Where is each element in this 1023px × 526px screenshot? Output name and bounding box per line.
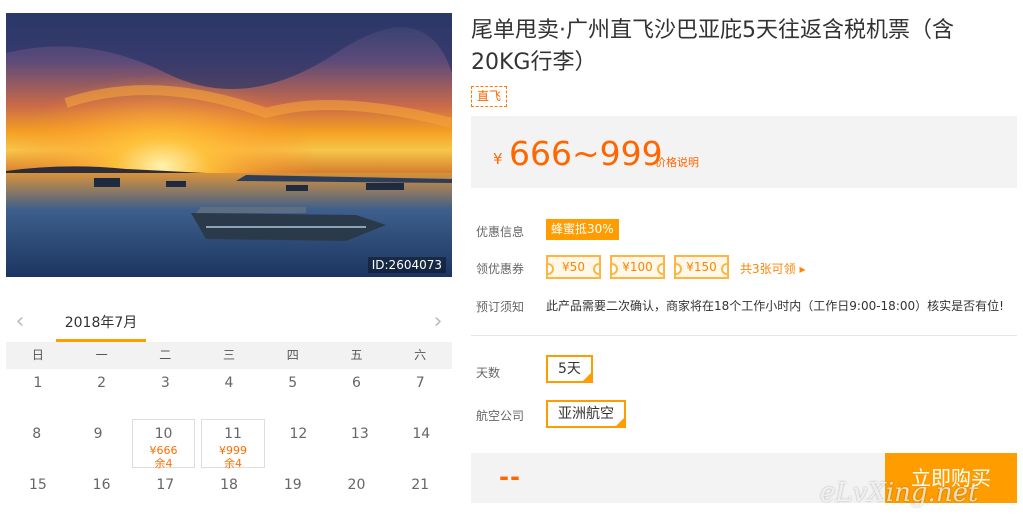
calendar-day-available[interactable]: 11 ¥999 余4 [201, 419, 265, 470]
chevron-left-icon[interactable]: ‹ [10, 310, 30, 334]
weekday-label: 六 [414, 348, 427, 362]
coupon-more-link[interactable]: 共3张可领 ▸ [740, 260, 805, 277]
airline-label: 航空公司 [476, 409, 525, 423]
calendar-day-stock: 余4 [223, 457, 242, 470]
calendar-day-available[interactable]: 10 ¥666 余4 [131, 419, 196, 470]
calendar-day: 12 [289, 426, 308, 442]
calendar-week-row: 15 16 17 18 19 20 21 [6, 471, 452, 522]
weekday-label: 五 [350, 348, 363, 362]
price-box: ¥ 666~999 价格说明 [471, 116, 1017, 188]
weekday-label: 三 [223, 348, 236, 362]
calendar-day-stock: 余4 [154, 457, 173, 470]
calendar-week-row: 8 9 10 ¥666 余4 11 ¥999 余4 12 13 14 [6, 419, 452, 471]
calendar-day: 16 [92, 477, 111, 493]
promo-label: 优惠信息 [476, 225, 525, 239]
coupon-150[interactable]: ¥150 [674, 255, 729, 279]
calendar-day-price: ¥666 [149, 444, 178, 457]
calendar-day: 4 [224, 375, 234, 391]
weekday-label: 一 [95, 348, 108, 362]
divider [471, 335, 1017, 336]
calendar-day-price: ¥999 [218, 444, 247, 457]
weekday-label: 四 [286, 348, 299, 362]
calendar-day: 20 [347, 477, 366, 493]
calendar-day: 18 [220, 477, 238, 493]
sunset-scene-image [6, 13, 452, 277]
calendar-day: 13 [350, 426, 369, 442]
price-explain-link[interactable]: 价格说明 [655, 154, 699, 170]
calendar-day: 2 [97, 375, 107, 391]
days-option-label: 5天 [558, 361, 581, 377]
coupon-50[interactable]: ¥50 [546, 255, 601, 279]
calendar-day: 14 [412, 426, 431, 442]
calendar-day: 8 [32, 426, 42, 442]
weekday-label: 日 [31, 348, 44, 362]
airline-option-selected[interactable]: 亚洲航空 ✓ [546, 400, 626, 428]
days-label: 天数 [476, 366, 501, 380]
coupon-100[interactable]: ¥100 [610, 255, 665, 279]
days-option-selected[interactable]: 5天 ✓ [546, 355, 593, 383]
calendar-day: 21 [411, 477, 430, 493]
calendar-day: 7 [415, 375, 425, 391]
calendar-day-number: 10 [154, 426, 173, 442]
airline-option-label: 亚洲航空 [558, 406, 614, 422]
calendar-grid: 日 一 二 三 四 五 六 1 2 3 4 5 6 7 8 9 10 ¥666 … [6, 342, 452, 522]
calendar-week-row: 1 2 3 4 5 6 7 [6, 369, 452, 420]
selected-price: -- [499, 463, 521, 491]
calendar-month-tab[interactable]: 2018年7月 [56, 312, 146, 342]
calendar-day: 17 [156, 477, 175, 493]
photo-id-label: ID:2604073 [367, 257, 446, 273]
calendar-day: 6 [351, 375, 361, 391]
calendar-weekday-header: 日 一 二 三 四 五 六 [6, 342, 452, 369]
calendar-day: 15 [28, 477, 47, 493]
coupon-label: 领优惠券 [476, 262, 525, 276]
currency-symbol: ¥ [493, 150, 503, 168]
calendar-day-number: 11 [224, 426, 242, 442]
notice-label: 预订须知 [476, 300, 525, 314]
price-range: 666~999 [509, 134, 663, 173]
calendar-header: ‹ 2018年7月 › [6, 308, 452, 342]
site-watermark: eLvXing.net [820, 478, 979, 508]
direct-flight-tag: 直飞 [471, 86, 508, 107]
booking-notice: 此产品需要二次确认，商家将在18个工作小时内（工作日9:00-18:00）核实是… [546, 299, 1004, 313]
chevron-right-icon[interactable]: › [428, 310, 448, 334]
promo-badge: 蜂蜜抵30% [546, 219, 619, 240]
calendar-day: 5 [288, 375, 298, 391]
check-icon: ✓ [614, 416, 626, 428]
weekday-label: 二 [159, 348, 172, 362]
product-title: 尾单甩卖·广州直飞沙巴亚庇5天往返含税机票（含20KG行李） [471, 18, 954, 75]
calendar-day: 1 [33, 375, 43, 391]
calendar-day: 19 [283, 477, 302, 493]
calendar-day: 3 [160, 375, 170, 391]
product-photo: ID:2604073 [6, 13, 452, 277]
check-icon: ✓ [580, 371, 593, 383]
calendar-day: 9 [93, 426, 103, 442]
